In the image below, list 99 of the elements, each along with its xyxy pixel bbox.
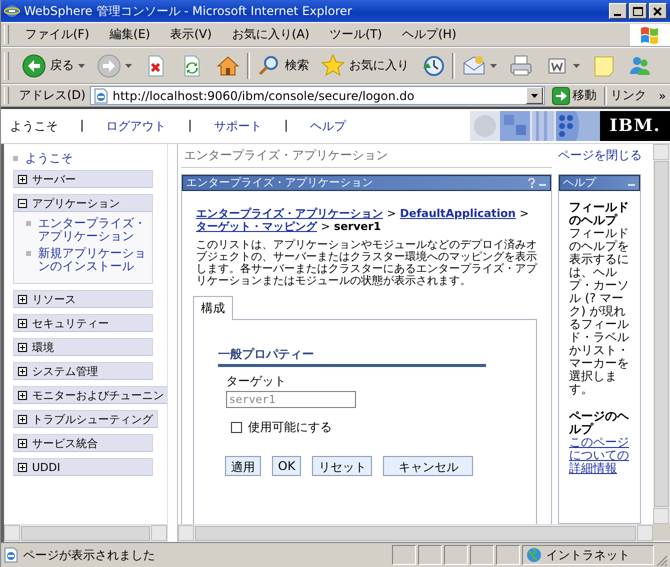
breadcrumb-link[interactable]: ターゲット・マッピング [196, 220, 317, 233]
checkbox-label: 使用可能にする [248, 419, 332, 436]
field-label: ターゲット [226, 373, 287, 390]
status-text: ページが表示されました [23, 546, 155, 564]
menu-item[interactable]: お気に入り(A) [222, 26, 320, 43]
form-button[interactable]: 適用 [225, 456, 261, 476]
nav-group-header[interactable]: 環境 [13, 338, 153, 356]
section-heading: 一般プロパティー [218, 346, 486, 367]
favorites-button[interactable]: お気に入り [321, 54, 409, 78]
collapse-icon[interactable] [18, 198, 27, 208]
breadcrumb-separator: > [520, 207, 529, 220]
expand-icon[interactable] [18, 174, 27, 184]
banner-link[interactable]: ログアウト [106, 118, 166, 134]
nav-group-header[interactable]: モニターおよびチューニン [13, 386, 167, 404]
expand-icon[interactable] [18, 462, 27, 472]
panel-title: エンタープライズ・アプリケーション [186, 176, 374, 190]
help-heading: ページのヘルプ [569, 410, 630, 436]
printer-icon[interactable] [509, 54, 533, 78]
nav-group-header[interactable]: トラブルシューティング [13, 410, 158, 428]
menu-item[interactable]: ファイル(F) [15, 26, 100, 43]
back-icon [22, 54, 46, 78]
forward-icon[interactable] [97, 54, 121, 78]
zone-text: イントラネット [546, 546, 630, 564]
clock-icon[interactable] [421, 54, 445, 78]
go-button[interactable]: 移動 [548, 86, 600, 104]
nav-link[interactable]: 新規アプリケーションのインストール [38, 247, 148, 273]
links-label[interactable]: リンク [610, 87, 647, 104]
scrollbar-corner [653, 524, 670, 541]
separator: | [188, 118, 192, 134]
breadcrumb-separator: > [386, 207, 396, 220]
search-icon [257, 54, 281, 78]
banner-link[interactable]: サポート [214, 118, 262, 134]
search-button[interactable]: 検索 [257, 54, 309, 78]
browser-icon [4, 3, 20, 19]
expand-icon[interactable] [18, 390, 27, 400]
close-button[interactable] [649, 3, 667, 19]
address-field[interactable]: http://localhost:9060/ibm/console/secure/logon.do [90, 86, 545, 105]
dropdown-button[interactable] [526, 87, 543, 104]
star-icon [321, 54, 345, 78]
menu-item[interactable]: ツール(T) [319, 26, 392, 43]
form-button[interactable]: OK [272, 456, 302, 476]
window-title: WebSphere 管理コンソール - Microsoft Internet Explorer [24, 2, 354, 20]
bullet-icon [13, 156, 18, 160]
nav-group-header[interactable]: サービス統合 [13, 434, 153, 452]
vertical-scrollbar[interactable] [653, 144, 670, 524]
breadcrumb-link[interactable]: DefaultApplication [400, 207, 516, 220]
nav-group-header[interactable]: UDDI [13, 458, 153, 476]
globe-icon [525, 547, 543, 563]
expand-icon[interactable] [18, 294, 27, 304]
expand-icon[interactable] [18, 342, 27, 352]
expand-icon[interactable] [18, 438, 27, 448]
resize-grip-icon[interactable] [656, 555, 668, 567]
breadcrumb-separator: > [320, 220, 330, 233]
nav-group-header[interactable]: セキュリティー [13, 314, 153, 332]
form-button[interactable]: リセット [312, 456, 372, 476]
minimize-button[interactable] [609, 3, 627, 19]
menu-item[interactable]: 表示(V) [160, 26, 222, 43]
menu-item[interactable]: ヘルプ(H) [392, 26, 466, 43]
bullet-icon [26, 251, 31, 256]
help-text: フィールドのヘルプを表示するには、ヘルプ・カーソル (? マーク) が現れるフィールド・ラベルかリスト・マーカーを選択します。 [569, 227, 630, 396]
envelope-icon[interactable] [462, 54, 486, 78]
close-page-link[interactable]: ページを閉じる [558, 147, 641, 164]
form-button[interactable]: キャンセル [383, 456, 474, 476]
nav-group-header[interactable]: システム管理 [13, 362, 153, 380]
address-label: アドレス(D) [19, 87, 86, 104]
banner-link[interactable]: ヘルプ [310, 118, 346, 134]
menu-item[interactable]: 編集(E) [99, 26, 160, 43]
horizontal-scrollbar[interactable] [4, 524, 167, 542]
breadcrumb-link[interactable]: エンタープライズ・アプリケーション [196, 207, 383, 220]
panel-title: ヘルプ [563, 176, 598, 190]
page-icon [3, 547, 19, 563]
page-title: エンタープライズ・アプリケーション [181, 147, 552, 168]
back-button[interactable]: 戻る [22, 54, 74, 78]
nav-group-header[interactable]: サーバー [13, 170, 153, 188]
nav-link[interactable]: エンタープライズ・アプリケーション [38, 217, 148, 243]
horizontal-scrollbar[interactable] [178, 524, 653, 542]
help-heading: フィールドのヘルプ [569, 201, 630, 227]
help-icon[interactable] [527, 178, 536, 188]
tab[interactable]: 構成 [193, 296, 233, 320]
caret-icon[interactable] [530, 94, 538, 98]
welcome-text: ようこそ [10, 118, 58, 134]
more-button[interactable]: » [650, 88, 670, 102]
expand-icon[interactable] [18, 414, 27, 424]
checkbox[interactable] [231, 422, 242, 433]
logo: IBM. [600, 111, 670, 141]
expand-icon[interactable] [18, 366, 27, 376]
nav-group-header[interactable]: リソース [13, 290, 153, 308]
house-icon[interactable] [216, 54, 240, 78]
help-link[interactable]: このページについての詳細情報 [569, 436, 637, 475]
maximize-button[interactable] [629, 3, 647, 19]
bullet-icon [26, 221, 31, 226]
breadcrumb-current: server1 [334, 220, 382, 233]
expand-icon[interactable] [18, 318, 27, 328]
nav-group-header[interactable]: アプリケーション [13, 194, 153, 212]
separator: | [80, 118, 84, 134]
separator: | [284, 118, 288, 134]
description-text: このリストは、アプリケーションやモジュールなどのデプロイ済みオブジェクトの、サーバーまたはクラスター環境へのマッピングを表示します。各サーバーまたはクラスターにあるエンタープライズ・アプリケーションまたはモジュールの状態が表示されます。 [196, 239, 538, 287]
nav-link[interactable]: ようこそ [25, 152, 73, 164]
page-icon [92, 88, 109, 104]
